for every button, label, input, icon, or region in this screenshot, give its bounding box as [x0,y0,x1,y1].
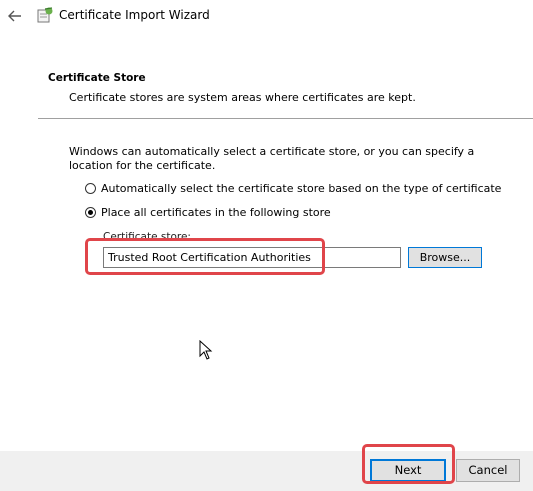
intro-text: Windows can automatically select a certi… [69,145,475,172]
place-in-store-radio[interactable] [85,207,96,218]
back-arrow-icon[interactable] [6,7,24,25]
auto-select-label: Automatically select the certificate sto… [101,182,502,195]
auto-select-option[interactable]: Automatically select the certificate sto… [85,182,501,195]
store-field-highlight [85,238,325,275]
section-description: Certificate stores are system areas wher… [69,91,416,104]
browse-button[interactable]: Browse... [408,247,482,268]
place-in-store-option[interactable]: Place all certificates in the following … [85,206,331,219]
cancel-button[interactable]: Cancel [456,459,520,482]
section-title: Certificate Store [48,72,146,84]
certificate-wizard-icon [37,7,53,23]
title-bar: Certificate Import Wizard [0,0,533,32]
window-title: Certificate Import Wizard [59,8,210,22]
header-divider [38,118,533,119]
mouse-cursor-icon [199,340,213,360]
place-in-store-label: Place all certificates in the following … [101,206,331,219]
next-button-highlight [362,444,455,484]
auto-select-radio[interactable] [85,183,96,194]
